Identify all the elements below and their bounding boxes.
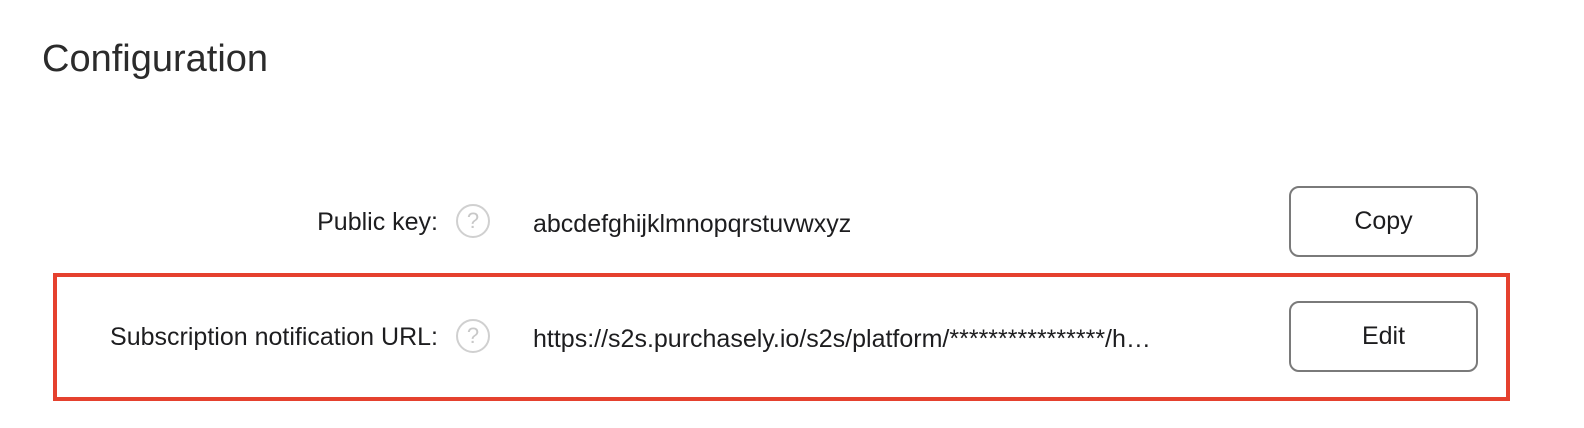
public-key-value: abcdefghijklmnopqrstuvwxyz bbox=[533, 210, 852, 238]
question-circle-icon[interactable]: ? bbox=[456, 204, 490, 238]
public-key-label: Public key: bbox=[317, 208, 438, 236]
copy-button[interactable]: Copy bbox=[1289, 186, 1478, 257]
edit-button[interactable]: Edit bbox=[1289, 301, 1478, 372]
notification-url-value: https://s2s.purchasely.io/s2s/platform/*… bbox=[533, 325, 1151, 353]
question-circle-icon[interactable]: ? bbox=[456, 319, 490, 353]
public-key-row: Public key: ? abcdefghijklmnopqrstuvwxyz… bbox=[0, 186, 1584, 258]
page-title: Configuration bbox=[42, 38, 269, 80]
notification-url-label: Subscription notification URL: bbox=[110, 323, 438, 351]
notification-url-row: Subscription notification URL: ? https:/… bbox=[0, 301, 1584, 373]
